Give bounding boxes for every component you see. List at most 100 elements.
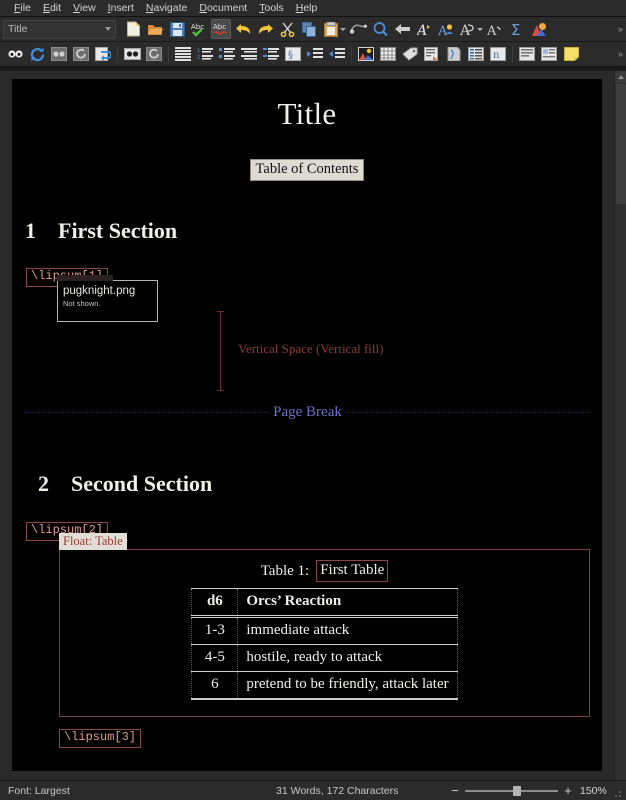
new-document-icon[interactable]	[123, 19, 143, 39]
view-other-icon[interactable]	[144, 44, 164, 64]
description-list-icon[interactable]	[239, 44, 259, 64]
svg-text:A: A	[417, 23, 427, 37]
toolbar-separator	[168, 46, 169, 62]
paste-icon[interactable]	[321, 19, 341, 39]
menu-bar: File Edit View Insert Navigate Document …	[0, 0, 626, 17]
table-caption: Table 1: First Table	[60, 560, 589, 582]
float-inset-label[interactable]: Float: Table	[59, 533, 127, 550]
chevron-up-icon	[618, 75, 624, 79]
decrease-depth-icon[interactable]	[327, 44, 347, 64]
vertical-scrollbar[interactable]	[614, 71, 626, 780]
table-cell-reaction[interactable]: immediate attack	[237, 616, 458, 645]
page-break-dots-left-icon	[24, 412, 270, 413]
scroll-up-button[interactable]	[615, 71, 626, 83]
document-page[interactable]: Title Table of Contents 1 First Section …	[12, 79, 602, 771]
section-number-1: 1	[25, 218, 36, 243]
toc-wrap: Table of Contents	[12, 159, 602, 181]
menu-item-view[interactable]: View	[67, 0, 102, 17]
menu-item-help[interactable]: Help	[290, 0, 324, 17]
image-placeholder-box[interactable]: pugknight.png Not shown.	[57, 275, 158, 322]
insert-graphics-icon[interactable]	[356, 44, 376, 64]
insert-label-icon[interactable]	[400, 44, 420, 64]
zoom-slider-handle[interactable]	[513, 785, 521, 796]
caption-text-inset[interactable]: First Table	[316, 560, 389, 582]
menu-item-edit[interactable]: Edit	[37, 0, 67, 17]
table-header-d6: d6	[191, 588, 239, 618]
table-cell-d6[interactable]: 4-5	[191, 644, 239, 672]
insert-footnote-icon[interactable]	[422, 44, 442, 64]
view-dvi-icon[interactable]	[122, 44, 142, 64]
table-of-contents-inset[interactable]: Table of Contents	[249, 159, 365, 181]
verbatim-icon[interactable]: A	[485, 19, 505, 39]
table-row: 6 pretend to be friendly, attack later	[191, 671, 458, 699]
orcs-reaction-table[interactable]: d6 Orcs’ Reaction 1-3 immediate attack 4…	[191, 588, 458, 700]
svg-text:Abc: Abc	[213, 23, 226, 31]
font-status-label: Font: Largest	[8, 784, 70, 797]
table-row: 4-5 hostile, ready to attack	[191, 644, 458, 672]
insert-note-icon[interactable]	[561, 44, 581, 64]
table-cell-reaction[interactable]: hostile, ready to attack	[237, 644, 458, 672]
page-break-marker[interactable]: Page Break	[24, 404, 592, 421]
menu-item-document[interactable]: Document	[193, 0, 253, 17]
view-master-icon[interactable]	[49, 44, 69, 64]
insert-nomencl-icon[interactable]: n	[488, 44, 508, 64]
menu-item-insert[interactable]: Insert	[102, 0, 140, 17]
zoom-in-button[interactable]: +	[562, 783, 574, 798]
insert-wrapfloat-icon[interactable]	[539, 44, 559, 64]
emphasize-icon[interactable]: A	[414, 19, 434, 39]
spellcheck-icon[interactable]: Abc	[189, 19, 209, 39]
insert-float-icon[interactable]	[517, 44, 537, 64]
paragraph-style-combo[interactable]: Title	[3, 19, 116, 39]
menu-item-file[interactable]: File	[8, 0, 37, 17]
toolbar2-overflow-button[interactable]: »	[618, 49, 623, 59]
float-table-inset[interactable]: Float: Table Table 1: First Table d6 Orc…	[59, 532, 590, 717]
compile-icon[interactable]	[93, 44, 113, 64]
redo-icon[interactable]	[255, 19, 275, 39]
view-source-icon[interactable]	[5, 44, 25, 64]
increase-depth-icon[interactable]	[305, 44, 325, 64]
lyx-toolbar: 12 § n »	[0, 42, 626, 67]
vspace-cap-bottom-icon	[217, 390, 224, 391]
svg-text:1: 1	[197, 48, 200, 54]
find-icon[interactable]	[370, 19, 390, 39]
insert-toc-icon[interactable]	[466, 44, 486, 64]
table-cell-reaction[interactable]: pretend to be friendly, attack later	[237, 671, 458, 699]
noun-icon[interactable]: A	[436, 19, 456, 39]
zoom-control: − + 150%	[449, 783, 610, 798]
undo-icon[interactable]	[233, 19, 253, 39]
toolbar-overflow-button[interactable]: »	[618, 24, 623, 34]
page-break-label: Page Break	[273, 404, 342, 420]
labeling-list-icon[interactable]	[261, 44, 281, 64]
refresh-icon[interactable]	[27, 44, 47, 64]
insert-table-icon[interactable]	[378, 44, 398, 64]
spellcheck-toggle-icon[interactable]: Abc	[211, 19, 231, 39]
zoom-out-button[interactable]: −	[449, 783, 461, 798]
table-cell-d6[interactable]: 1-3	[191, 616, 239, 645]
find-replace-icon[interactable]	[348, 19, 368, 39]
scrollbar-thumb[interactable]	[616, 84, 626, 204]
update-other-icon[interactable]	[71, 44, 91, 64]
cut-icon[interactable]	[277, 19, 297, 39]
vertical-space-marker[interactable]: Vertical Space (Vertical fill)	[217, 311, 480, 391]
copy-icon[interactable]	[299, 19, 319, 39]
graphics-icon[interactable]	[529, 19, 549, 39]
standard-list-icon[interactable]	[173, 44, 193, 64]
numbered-list-icon[interactable]: 12	[195, 44, 215, 64]
lipsum-command-3[interactable]: \lipsum[3]	[59, 729, 142, 748]
section-title-2: Second Section	[71, 471, 213, 496]
menu-item-tools[interactable]: Tools	[253, 0, 290, 17]
paragraph-style-icon[interactable]: §	[283, 44, 303, 64]
save-icon[interactable]	[167, 19, 187, 39]
table-cell-d6[interactable]: 6	[191, 671, 239, 699]
zoom-slider[interactable]	[465, 785, 558, 797]
back-arrow-icon[interactable]	[392, 19, 412, 39]
insert-marginnote-icon[interactable]	[444, 44, 464, 64]
itemized-list-icon[interactable]	[217, 44, 237, 64]
open-folder-icon[interactable]	[145, 19, 165, 39]
main-toolbar: Title Abc Abc A A A A Σ »	[0, 17, 626, 42]
resize-grip-icon[interactable]	[614, 788, 624, 798]
page-break-dots-right-icon	[345, 412, 592, 413]
math-sigma-icon[interactable]: Σ	[507, 19, 527, 39]
menu-item-navigate[interactable]: Navigate	[140, 0, 193, 17]
text-style-icon[interactable]: A	[458, 19, 478, 39]
